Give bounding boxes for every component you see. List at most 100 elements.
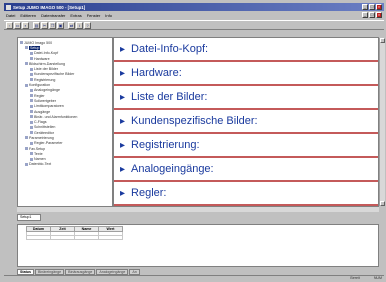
tree-node-label: Sollwertgeber [34, 98, 56, 103]
tree-node-icon [30, 120, 33, 124]
tree-node-icon [25, 62, 28, 66]
table-row [26, 235, 123, 240]
arrow-right-icon: ▸ [120, 91, 126, 103]
document-tab[interactable]: Setup1 [17, 214, 41, 221]
menu-extras[interactable]: Extras [70, 13, 81, 18]
log-table: Datum Zeit Name Wert [26, 226, 123, 240]
tree-node-label: Texte [34, 151, 43, 156]
transfer-icon[interactable]: ⇄ [68, 21, 75, 29]
tree-node-icon [30, 88, 33, 92]
tree-node-icon [30, 110, 33, 113]
tree-node-label: Schnittstellen [34, 125, 56, 130]
tree-node-icon [30, 57, 33, 61]
print-icon[interactable]: ▤ [33, 21, 40, 29]
cut-icon[interactable]: ✂ [41, 21, 48, 29]
tree-node-label: C-Flags [34, 120, 47, 125]
tree-node-icon [30, 72, 33, 76]
arrow-right-icon: ▸ [120, 139, 126, 151]
section-title: Hardware: [131, 67, 182, 79]
menu-info[interactable]: Info [105, 13, 112, 18]
menu-editieren[interactable]: Editieren [20, 13, 36, 18]
save-icon[interactable]: ▪ [22, 21, 29, 29]
tab-binärausgänge[interactable]: Binärausgänge [65, 268, 96, 275]
tree-node-label: Bildschirm-Darstellung [29, 61, 65, 66]
minimize-button[interactable]: _ [362, 4, 368, 10]
tree-node-icon [25, 162, 28, 166]
tree-node-label: Regler [34, 93, 45, 98]
tree-node-label: JUMO Imago 500 [24, 40, 53, 45]
arrow-right-icon: ▸ [120, 67, 126, 79]
section-header[interactable]: ▸ Registrierung: [114, 134, 378, 158]
copy-icon[interactable]: ❐ [49, 21, 56, 29]
tree-node-label: Hardware [34, 56, 50, 61]
tree-node-label: Binär- und Alarmfunktionen [34, 114, 78, 119]
tree-node-icon [30, 141, 33, 145]
menu-datei[interactable]: Datei [6, 13, 15, 18]
tree-node-label: Kundenspezifische Bilder [34, 72, 75, 77]
section-title: Registrierung: [131, 139, 200, 151]
section-title: Kundenspezifische Bilder: [131, 115, 258, 127]
tree-node-icon [30, 125, 33, 129]
tree-node-icon [25, 136, 28, 140]
title-bar: Setup JUMO IMAGO 500 - [Setup1] _ □ × [4, 3, 384, 11]
section-title: Liste der Bilder: [131, 91, 208, 103]
log-pane: Datum Zeit Name Wert [17, 224, 379, 267]
mdi-minimize-button[interactable]: _ [362, 12, 368, 18]
tree-node-icon [25, 83, 28, 87]
section-header[interactable]: ▸ Kundenspezifische Bilder: [114, 110, 378, 134]
help-icon[interactable]: ? [84, 21, 91, 29]
tree-node[interactable]: Datenblo-Text [20, 162, 110, 167]
section-title: Regler: [131, 187, 167, 199]
tree-node-label: Datei-Info-Kopf [34, 51, 59, 56]
tree-node-label: Datenblo-Text [29, 162, 52, 167]
tree-node-label: Ausgänge [34, 109, 51, 114]
tree-node-icon [30, 157, 33, 161]
tree-node-icon [20, 41, 23, 45]
mdi-close-button[interactable]: × [376, 12, 382, 18]
tree-horizontal-scrollbar[interactable] [17, 207, 113, 212]
tree-node-label: Registrierung [34, 77, 56, 82]
section-header[interactable]: ▸ Regler: [114, 182, 378, 206]
tab-status[interactable]: Status [17, 268, 34, 275]
tab-an[interactable]: An [129, 268, 140, 275]
content-vertical-scrollbar[interactable] [379, 38, 385, 206]
tree-node-label: Geräteeditor [34, 130, 54, 135]
tree-node-label: Konfiguration [29, 83, 51, 88]
tree-node-label: Limitkomparatoren [34, 104, 64, 109]
section-header[interactable]: ▸ Datei-Info-Kopf: [114, 38, 378, 62]
status-bar [4, 275, 384, 281]
menu-datentransfer[interactable]: Datentransfer [41, 13, 65, 18]
section-title: Datei-Info-Kopf: [131, 43, 209, 55]
section-header[interactable]: ▸ Liste der Bilder: [114, 86, 378, 110]
tree-node-label: Fav.Setup [29, 146, 46, 151]
maximize-button[interactable]: □ [369, 4, 375, 10]
setup-tree: JUMO Imago 500 Setup Datei-Info-Kopf Hardwa… [17, 37, 113, 207]
close-button[interactable]: × [376, 4, 382, 10]
new-icon[interactable]: ▫ [6, 21, 13, 29]
tree-node-icon [30, 104, 33, 108]
tree-node-label: Liste der Bilder [34, 67, 58, 72]
arrow-right-icon: ▸ [120, 163, 126, 175]
scroll-up-icon[interactable] [380, 38, 385, 43]
open-icon[interactable]: ▭ [14, 21, 21, 29]
section-header[interactable]: ▸ Hardware: [114, 62, 378, 86]
section-header[interactable]: ▸ Analogeingänge: [114, 158, 378, 182]
tab-binäreingänge[interactable]: Binäreingänge [34, 268, 65, 275]
toolbar: ▫ ▭ ▪ ▤ ✂ ❐ ▣ ⇄ i ? [4, 20, 384, 30]
tab-analogeingänge[interactable]: Analogeingänge [96, 268, 129, 275]
arrow-right-icon: ▸ [120, 43, 126, 55]
paste-icon[interactable]: ▣ [57, 21, 64, 29]
menu-bar: Datei Editieren Datentransfer Extras Fen… [4, 11, 384, 19]
content-horizontal-scrollbar[interactable] [113, 207, 379, 212]
tree-node-icon [30, 51, 33, 55]
mdi-restore-button[interactable]: □ [369, 12, 375, 18]
menu-fenster[interactable]: Fenster [87, 13, 101, 18]
bottom-tabs: Status Binäreingänge Binärausgänge Analogei… [17, 268, 222, 275]
content-pane: ▸ Datei-Info-Kopf: ▸ Hardware: ▸ Liste der Bi… [113, 37, 379, 207]
tree-node-icon [30, 115, 33, 119]
info-icon[interactable]: i [76, 21, 83, 29]
scroll-down-icon[interactable] [380, 201, 385, 206]
tree-node-icon [30, 78, 33, 82]
app-icon [6, 4, 11, 10]
tree-node-icon [30, 99, 33, 103]
